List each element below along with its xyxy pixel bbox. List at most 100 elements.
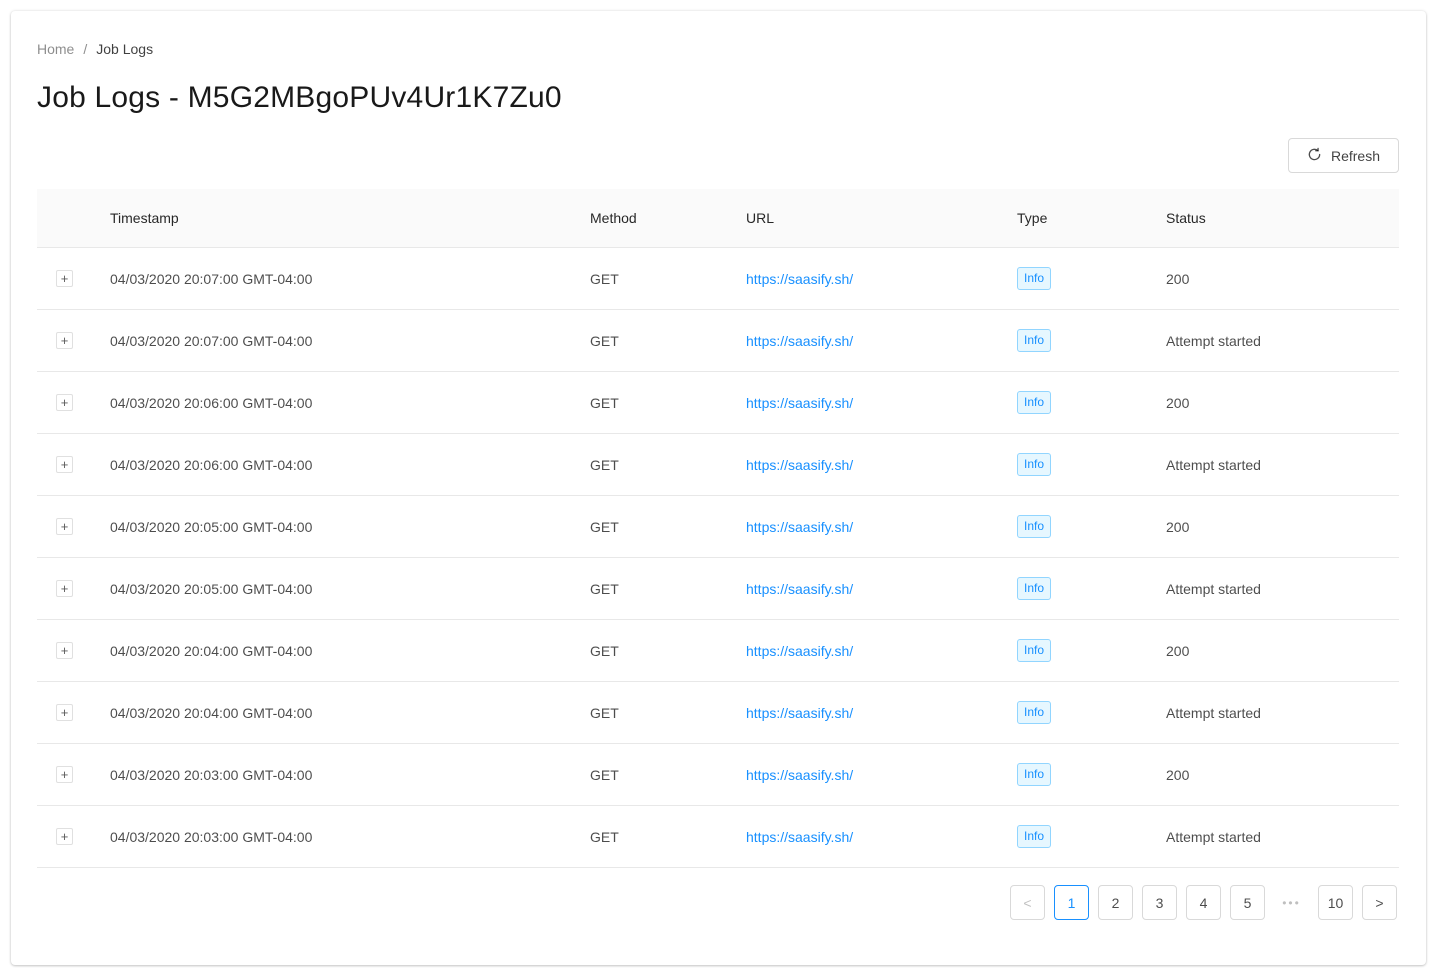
- type-tag: Info: [1017, 701, 1052, 724]
- url-cell: https://saasify.sh/: [746, 581, 1017, 597]
- expand-row-icon[interactable]: +: [56, 270, 73, 287]
- method-cell: GET: [590, 456, 619, 473]
- pagination-next-button[interactable]: >: [1362, 885, 1397, 920]
- expand-cell: +: [37, 580, 110, 597]
- status-cell: Attempt started: [1166, 580, 1261, 597]
- pagination-jump-next[interactable]: •••: [1274, 885, 1309, 920]
- expand-row-icon[interactable]: +: [56, 518, 73, 535]
- timestamp-cell: 04/03/2020 20:06:00 GMT-04:00: [110, 394, 313, 411]
- status-cell: Attempt started: [1166, 456, 1261, 473]
- pagination-page-10[interactable]: 10: [1318, 885, 1353, 920]
- timestamp-cell: 04/03/2020 20:04:00 GMT-04:00: [110, 704, 313, 721]
- method-cell: GET: [590, 828, 619, 845]
- expand-row-icon[interactable]: +: [56, 704, 73, 721]
- expand-cell: +: [37, 332, 110, 349]
- type-tag: Info: [1017, 329, 1052, 352]
- table-row: + 04/03/2020 20:04:00 GMT-04:00 GET http…: [37, 620, 1399, 682]
- expand-row-icon[interactable]: +: [56, 642, 73, 659]
- type-cell: Info: [1017, 639, 1166, 662]
- column-header-url: URL: [746, 210, 775, 226]
- expand-row-icon[interactable]: +: [56, 456, 73, 473]
- table-row: + 04/03/2020 20:05:00 GMT-04:00 GET http…: [37, 496, 1399, 558]
- url-link[interactable]: https://saasify.sh/: [746, 705, 853, 721]
- column-header-type: Type: [1017, 210, 1048, 226]
- pagination-page-5[interactable]: 5: [1230, 885, 1265, 920]
- refresh-label: Refresh: [1330, 147, 1381, 164]
- type-cell: Info: [1017, 763, 1166, 786]
- pagination-prev-button[interactable]: <: [1010, 885, 1045, 920]
- table-header: Timestamp Method URL Type Status: [37, 189, 1399, 248]
- method-cell: GET: [590, 270, 619, 287]
- refresh-button[interactable]: Refresh: [1288, 138, 1399, 173]
- url-cell: https://saasify.sh/: [746, 829, 1017, 845]
- breadcrumb-job-logs: Job Logs: [96, 41, 154, 57]
- method-cell: GET: [590, 766, 619, 783]
- table-row: + 04/03/2020 20:07:00 GMT-04:00 GET http…: [37, 248, 1399, 310]
- url-link[interactable]: https://saasify.sh/: [746, 643, 853, 659]
- expand-row-icon[interactable]: +: [56, 332, 73, 349]
- column-header-timestamp: Timestamp: [110, 210, 179, 226]
- type-tag: Info: [1017, 825, 1052, 848]
- type-tag: Info: [1017, 763, 1052, 786]
- pagination: < 1 2 3 4 5 ••• 10 >: [1010, 885, 1397, 920]
- type-cell: Info: [1017, 391, 1166, 414]
- pagination-page-1[interactable]: 1: [1054, 885, 1089, 920]
- expand-row-icon[interactable]: +: [56, 766, 73, 783]
- type-tag: Info: [1017, 639, 1052, 662]
- expand-cell: +: [37, 518, 110, 535]
- table-row: + 04/03/2020 20:05:00 GMT-04:00 GET http…: [37, 558, 1399, 620]
- method-cell: GET: [590, 704, 619, 721]
- job-logs-table: Timestamp Method URL Type Status + 04/03…: [37, 189, 1399, 868]
- expand-cell: +: [37, 704, 110, 721]
- status-cell: Attempt started: [1166, 332, 1261, 349]
- type-cell: Info: [1017, 701, 1166, 724]
- table-row: + 04/03/2020 20:04:00 GMT-04:00 GET http…: [37, 682, 1399, 744]
- url-cell: https://saasify.sh/: [746, 333, 1017, 349]
- expand-row-icon[interactable]: +: [56, 394, 73, 411]
- expand-cell: +: [37, 456, 110, 473]
- type-tag: Info: [1017, 577, 1052, 600]
- type-tag: Info: [1017, 391, 1052, 414]
- url-link[interactable]: https://saasify.sh/: [746, 395, 853, 411]
- breadcrumb-separator: /: [83, 41, 88, 57]
- url-link[interactable]: https://saasify.sh/: [746, 457, 853, 473]
- type-cell: Info: [1017, 267, 1166, 290]
- url-link[interactable]: https://saasify.sh/: [746, 333, 853, 349]
- status-cell: 200: [1166, 518, 1190, 535]
- url-link[interactable]: https://saasify.sh/: [746, 519, 853, 535]
- status-cell: 200: [1166, 642, 1190, 659]
- expand-row-icon[interactable]: +: [56, 828, 73, 845]
- pagination-page-4[interactable]: 4: [1186, 885, 1221, 920]
- url-link[interactable]: https://saasify.sh/: [746, 829, 853, 845]
- column-header-status: Status: [1166, 210, 1206, 226]
- url-cell: https://saasify.sh/: [746, 457, 1017, 473]
- url-cell: https://saasify.sh/: [746, 271, 1017, 287]
- status-cell: 200: [1166, 766, 1190, 783]
- breadcrumb-home[interactable]: Home: [37, 41, 74, 57]
- timestamp-cell: 04/03/2020 20:05:00 GMT-04:00: [110, 580, 313, 597]
- timestamp-cell: 04/03/2020 20:05:00 GMT-04:00: [110, 518, 313, 535]
- timestamp-cell: 04/03/2020 20:06:00 GMT-04:00: [110, 456, 313, 473]
- page-title: Job Logs - M5G2MBgoPUv4Ur1K7Zu0: [37, 81, 562, 114]
- type-tag: Info: [1017, 515, 1052, 538]
- url-cell: https://saasify.sh/: [746, 643, 1017, 659]
- pagination-page-2[interactable]: 2: [1098, 885, 1133, 920]
- url-cell: https://saasify.sh/: [746, 395, 1017, 411]
- expand-row-icon[interactable]: +: [56, 580, 73, 597]
- timestamp-cell: 04/03/2020 20:07:00 GMT-04:00: [110, 332, 313, 349]
- table-row: + 04/03/2020 20:07:00 GMT-04:00 GET http…: [37, 310, 1399, 372]
- pagination-page-3[interactable]: 3: [1142, 885, 1177, 920]
- method-cell: GET: [590, 394, 619, 411]
- method-cell: GET: [590, 580, 619, 597]
- url-link[interactable]: https://saasify.sh/: [746, 767, 853, 783]
- url-link[interactable]: https://saasify.sh/: [746, 271, 853, 287]
- method-cell: GET: [590, 518, 619, 535]
- type-cell: Info: [1017, 825, 1166, 848]
- type-tag: Info: [1017, 453, 1052, 476]
- type-cell: Info: [1017, 577, 1166, 600]
- breadcrumb: Home / Job Logs: [37, 41, 153, 57]
- status-cell: 200: [1166, 270, 1190, 287]
- method-cell: GET: [590, 332, 619, 349]
- expand-cell: +: [37, 394, 110, 411]
- url-link[interactable]: https://saasify.sh/: [746, 581, 853, 597]
